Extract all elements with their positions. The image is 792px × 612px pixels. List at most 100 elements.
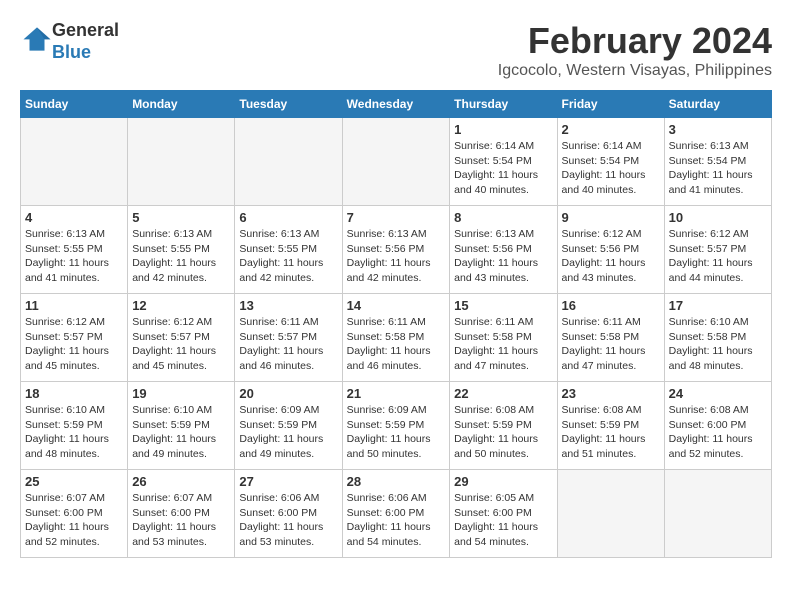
column-header-monday: Monday	[128, 91, 235, 118]
calendar-week-row: 4 Sunrise: 6:13 AM Sunset: 5:55 PM Daylig…	[21, 206, 772, 294]
calendar-cell: 2 Sunrise: 6:14 AM Sunset: 5:54 PM Daylig…	[557, 118, 664, 206]
calendar-week-row: 1 Sunrise: 6:14 AM Sunset: 5:54 PM Daylig…	[21, 118, 772, 206]
day-info: Sunrise: 6:11 AM Sunset: 5:58 PM Dayligh…	[562, 315, 660, 374]
column-header-thursday: Thursday	[450, 91, 557, 118]
day-number: 15	[454, 298, 552, 313]
day-number: 16	[562, 298, 660, 313]
day-number: 26	[132, 474, 230, 489]
day-number: 17	[669, 298, 767, 313]
day-info: Sunrise: 6:11 AM Sunset: 5:57 PM Dayligh…	[239, 315, 337, 374]
day-number: 12	[132, 298, 230, 313]
calendar-cell: 10Sunrise: 6:12 AM Sunset: 5:57 PM Dayli…	[664, 206, 771, 294]
day-info: Sunrise: 6:06 AM Sunset: 6:00 PM Dayligh…	[347, 491, 446, 550]
day-info: Sunrise: 6:06 AM Sunset: 6:00 PM Dayligh…	[239, 491, 337, 550]
calendar-cell	[235, 118, 342, 206]
day-info: Sunrise: 6:13 AM Sunset: 5:56 PM Dayligh…	[347, 227, 446, 286]
calendar-cell: 28Sunrise: 6:06 AM Sunset: 6:00 PM Dayli…	[342, 470, 450, 558]
calendar-header-row: SundayMondayTuesdayWednesdayThursdayFrid…	[21, 91, 772, 118]
calendar-cell: 5Sunrise: 6:13 AM Sunset: 5:55 PM Daylig…	[128, 206, 235, 294]
day-info: Sunrise: 6:12 AM Sunset: 5:56 PM Dayligh…	[562, 227, 660, 286]
calendar-body: 1 Sunrise: 6:14 AM Sunset: 5:54 PM Daylig…	[21, 118, 772, 558]
column-header-saturday: Saturday	[664, 91, 771, 118]
day-number: 9	[562, 210, 660, 225]
calendar-cell: 11Sunrise: 6:12 AM Sunset: 5:57 PM Dayli…	[21, 294, 128, 382]
location-subtitle: Igcocolo, Western Visayas, Philippines	[498, 62, 772, 80]
day-info: Sunrise: 6:09 AM Sunset: 5:59 PM Dayligh…	[239, 403, 337, 462]
calendar-cell: 12 Sunrise: 6:12 AM Sunset: 5:57 PM Dayli…	[128, 294, 235, 382]
calendar-cell: 22 Sunrise: 6:08 AM Sunset: 5:59 PM Dayli…	[450, 382, 557, 470]
day-info: Sunrise: 6:13 AM Sunset: 5:55 PM Dayligh…	[25, 227, 123, 286]
month-year-title: February 2024	[498, 20, 772, 62]
day-info: Sunrise: 6:13 AM Sunset: 5:54 PM Dayligh…	[669, 139, 767, 198]
day-number: 3	[669, 122, 767, 137]
day-info: Sunrise: 6:07 AM Sunset: 6:00 PM Dayligh…	[132, 491, 230, 550]
day-info: Sunrise: 6:13 AM Sunset: 5:55 PM Dayligh…	[239, 227, 337, 286]
calendar-week-row: 18Sunrise: 6:10 AM Sunset: 5:59 PM Dayli…	[21, 382, 772, 470]
calendar-cell	[21, 118, 128, 206]
calendar-cell: 23 Sunrise: 6:08 AM Sunset: 5:59 PM Dayli…	[557, 382, 664, 470]
header: General Blue February 2024 Igcocolo, Wes…	[20, 20, 772, 80]
day-info: Sunrise: 6:08 AM Sunset: 6:00 PM Dayligh…	[669, 403, 767, 462]
day-number: 2	[562, 122, 660, 137]
day-number: 4	[25, 210, 123, 225]
day-number: 20	[239, 386, 337, 401]
day-number: 6	[239, 210, 337, 225]
day-number: 14	[347, 298, 446, 313]
day-info: Sunrise: 6:11 AM Sunset: 5:58 PM Dayligh…	[347, 315, 446, 374]
day-number: 21	[347, 386, 446, 401]
day-number: 22	[454, 386, 552, 401]
calendar-cell: 3 Sunrise: 6:13 AM Sunset: 5:54 PM Daylig…	[664, 118, 771, 206]
day-info: Sunrise: 6:14 AM Sunset: 5:54 PM Dayligh…	[562, 139, 660, 198]
day-number: 10	[669, 210, 767, 225]
calendar-cell: 19 Sunrise: 6:10 AM Sunset: 5:59 PM Dayli…	[128, 382, 235, 470]
calendar-cell: 26 Sunrise: 6:07 AM Sunset: 6:00 PM Dayli…	[128, 470, 235, 558]
calendar-week-row: 25 Sunrise: 6:07 AM Sunset: 6:00 PM Dayli…	[21, 470, 772, 558]
calendar-week-row: 11 Sunrise: 6:12 AM Sunset: 5:57 PM Dayli…	[21, 294, 772, 382]
day-info: Sunrise: 6:08 AM Sunset: 5:59 PM Dayligh…	[562, 403, 660, 462]
day-info: Sunrise: 6:08 AM Sunset: 5:59 PM Dayligh…	[454, 403, 552, 462]
day-number: 19	[132, 386, 230, 401]
calendar-cell: 8 Sunrise: 6:13 AM Sunset: 5:56 PM Daylig…	[450, 206, 557, 294]
calendar-cell: 29Sunrise: 6:05 AM Sunset: 6:00 PM Dayli…	[450, 470, 557, 558]
calendar-cell: 16 Sunrise: 6:11 AM Sunset: 5:58 PM Dayli…	[557, 294, 664, 382]
calendar-cell: 25 Sunrise: 6:07 AM Sunset: 6:00 PM Dayli…	[21, 470, 128, 558]
calendar-cell: 6 Sunrise: 6:13 AM Sunset: 5:55 PM Daylig…	[235, 206, 342, 294]
logo-text: General Blue	[52, 20, 119, 63]
calendar-cell: 4 Sunrise: 6:13 AM Sunset: 5:55 PM Daylig…	[21, 206, 128, 294]
day-number: 1	[454, 122, 552, 137]
calendar-cell	[557, 470, 664, 558]
day-info: Sunrise: 6:10 AM Sunset: 5:59 PM Dayligh…	[25, 403, 123, 462]
calendar-cell: 27 Sunrise: 6:06 AM Sunset: 6:00 PM Dayli…	[235, 470, 342, 558]
day-number: 23	[562, 386, 660, 401]
day-number: 25	[25, 474, 123, 489]
logo: General Blue	[20, 20, 119, 63]
day-info: Sunrise: 6:13 AM Sunset: 5:55 PM Dayligh…	[132, 227, 230, 286]
day-info: Sunrise: 6:07 AM Sunset: 6:00 PM Dayligh…	[25, 491, 123, 550]
calendar-cell: 15 Sunrise: 6:11 AM Sunset: 5:58 PM Dayli…	[450, 294, 557, 382]
day-number: 29	[454, 474, 552, 489]
day-info: Sunrise: 6:13 AM Sunset: 5:56 PM Dayligh…	[454, 227, 552, 286]
day-info: Sunrise: 6:11 AM Sunset: 5:58 PM Dayligh…	[454, 315, 552, 374]
column-header-wednesday: Wednesday	[342, 91, 450, 118]
calendar-cell: 17 Sunrise: 6:10 AM Sunset: 5:58 PM Dayli…	[664, 294, 771, 382]
calendar-table: SundayMondayTuesdayWednesdayThursdayFrid…	[20, 90, 772, 558]
day-number: 8	[454, 210, 552, 225]
calendar-cell	[342, 118, 450, 206]
logo-icon	[22, 24, 52, 54]
calendar-cell	[664, 470, 771, 558]
day-info: Sunrise: 6:12 AM Sunset: 5:57 PM Dayligh…	[132, 315, 230, 374]
calendar-cell: 20 Sunrise: 6:09 AM Sunset: 5:59 PM Dayli…	[235, 382, 342, 470]
day-info: Sunrise: 6:10 AM Sunset: 5:58 PM Dayligh…	[669, 315, 767, 374]
calendar-cell: 24Sunrise: 6:08 AM Sunset: 6:00 PM Dayli…	[664, 382, 771, 470]
day-number: 27	[239, 474, 337, 489]
day-number: 11	[25, 298, 123, 313]
calendar-cell: 18Sunrise: 6:10 AM Sunset: 5:59 PM Dayli…	[21, 382, 128, 470]
calendar-cell: 1 Sunrise: 6:14 AM Sunset: 5:54 PM Daylig…	[450, 118, 557, 206]
title-block: February 2024 Igcocolo, Western Visayas,…	[498, 20, 772, 80]
calendar-cell: 9 Sunrise: 6:12 AM Sunset: 5:56 PM Daylig…	[557, 206, 664, 294]
day-info: Sunrise: 6:09 AM Sunset: 5:59 PM Dayligh…	[347, 403, 446, 462]
day-number: 7	[347, 210, 446, 225]
day-info: Sunrise: 6:14 AM Sunset: 5:54 PM Dayligh…	[454, 139, 552, 198]
day-info: Sunrise: 6:10 AM Sunset: 5:59 PM Dayligh…	[132, 403, 230, 462]
calendar-cell: 13Sunrise: 6:11 AM Sunset: 5:57 PM Dayli…	[235, 294, 342, 382]
